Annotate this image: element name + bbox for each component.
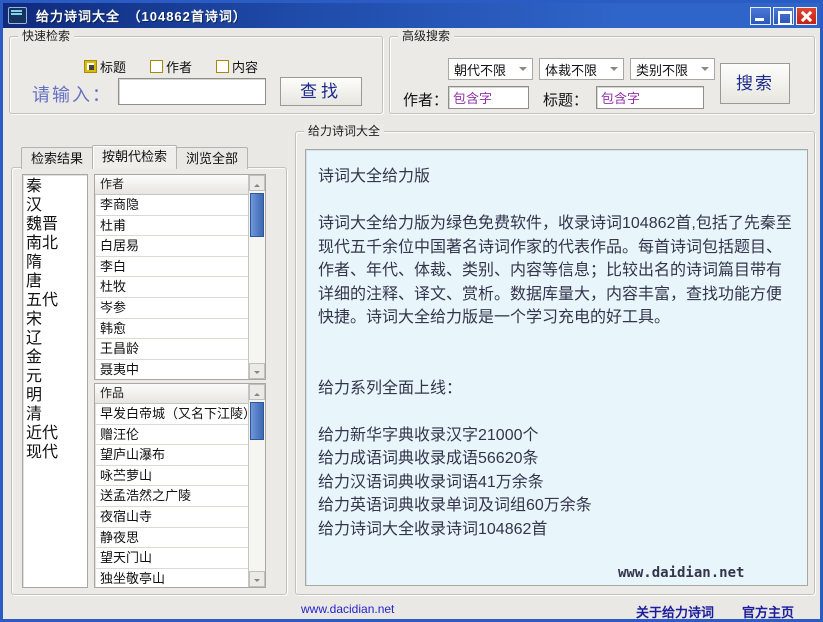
authors-scrollbar[interactable] <box>248 175 265 379</box>
author-field[interactable] <box>448 86 529 109</box>
scroll-thumb[interactable] <box>250 402 264 440</box>
find-button[interactable]: 查找 <box>280 77 362 106</box>
work-item[interactable]: 送孟浩然之广陵 <box>95 486 248 507</box>
filter-dropdown[interactable]: 体裁不限 <box>539 58 624 80</box>
app-book-icon <box>8 7 27 24</box>
work-item[interactable]: 望天门山 <box>95 548 248 569</box>
browse-tabs: 检索结果按朝代检索浏览全部 <box>21 146 247 170</box>
work-item[interactable]: 夜宿山寺 <box>95 507 248 528</box>
filter-dropdown[interactable]: 朝代不限 <box>448 58 533 80</box>
minimize-button[interactable] <box>750 7 771 25</box>
search-scope-option[interactable]: 标题 <box>84 57 126 76</box>
scroll-up-icon[interactable] <box>249 175 265 191</box>
chevron-down-icon <box>519 67 527 75</box>
work-item[interactable]: 独坐敬亭山 <box>95 569 248 587</box>
advanced-search-groupbox: 高级搜索 朝代不限 体裁不限 类别不限 作者： 标题： 搜索 <box>389 36 815 114</box>
works-header: 作品 <box>95 384 248 404</box>
author-item[interactable]: 李白 <box>95 257 248 278</box>
work-item[interactable]: 静夜思 <box>95 528 248 549</box>
footer-home-link[interactable]: 官方主页 <box>742 602 794 621</box>
dynasty-item[interactable]: 汉 <box>26 196 87 215</box>
dynasty-item[interactable]: 隋 <box>26 253 87 272</box>
scroll-thumb[interactable] <box>250 193 264 237</box>
author-item[interactable]: 韩愈 <box>95 319 248 340</box>
author-item[interactable]: 杜牧 <box>95 277 248 298</box>
filter-dropdown[interactable]: 类别不限 <box>630 58 715 80</box>
description-text: 诗词大全给力版 诗词大全给力版为绿色免费软件，收录诗词104862首,包括了先秦… <box>318 165 795 541</box>
footer-site-link[interactable]: www.dacidian.net <box>301 602 394 616</box>
author-item[interactable]: 聂夷中 <box>95 360 248 379</box>
work-item[interactable]: 赠汪伦 <box>95 425 248 446</box>
dynasty-item[interactable]: 现代 <box>26 443 87 462</box>
checkbox-icon <box>150 60 163 73</box>
dynasty-item[interactable]: 清 <box>26 405 87 424</box>
dynasty-item[interactable]: 宋 <box>26 310 87 329</box>
author-field-label: 作者： <box>403 89 448 110</box>
maximize-button[interactable] <box>773 7 794 25</box>
browse-tab[interactable]: 按朝代检索 <box>92 145 177 169</box>
content-website: www.daidian.net <box>618 565 795 581</box>
dynasty-item[interactable]: 五代 <box>26 291 87 310</box>
scroll-down-icon[interactable] <box>249 363 265 379</box>
footer-about-link[interactable]: 关于给力诗词 <box>636 602 714 621</box>
titlebar[interactable]: 给力诗词大全 （104862首诗词） <box>3 3 820 28</box>
dynasty-item[interactable]: 辽 <box>26 329 87 348</box>
description-textarea[interactable]: 诗词大全给力版 诗词大全给力版为绿色免费软件，收录诗词104862首,包括了先秦… <box>305 149 808 586</box>
dynasty-listbox[interactable]: 秦汉魏晋南北隋唐五代宋辽金元明清近代现代 <box>22 174 88 588</box>
author-item[interactable]: 李商隐 <box>95 195 248 216</box>
filter-dropdowns: 朝代不限 体裁不限 类别不限 <box>448 58 715 80</box>
title-field[interactable] <box>596 86 704 109</box>
content-panel-title: 给力诗词大全 <box>304 124 384 138</box>
quick-search-input[interactable] <box>118 78 266 105</box>
work-item[interactable]: 望庐山瀑布 <box>95 445 248 466</box>
quick-search-groupbox: 快速检索 标题 作者 内容 请输入： 查找 <box>9 36 383 114</box>
work-item[interactable]: 咏苎萝山 <box>95 466 248 487</box>
author-item[interactable]: 白居易 <box>95 236 248 257</box>
browse-panel: 秦汉魏晋南北隋唐五代宋辽金元明清近代现代 作者 李商隐杜甫白居易李白杜牧岑参韩愈… <box>11 167 287 595</box>
browse-tab[interactable]: 检索结果 <box>21 147 93 169</box>
dynasty-item[interactable]: 近代 <box>26 424 87 443</box>
dynasty-item[interactable]: 明 <box>26 386 87 405</box>
search-button[interactable]: 搜索 <box>720 63 790 104</box>
advanced-search-title: 高级搜索 <box>398 29 454 43</box>
author-item[interactable]: 岑参 <box>95 298 248 319</box>
work-item[interactable]: 早发白帝城（又名下江陵） <box>95 404 248 425</box>
dynasty-item[interactable]: 南北 <box>26 234 87 253</box>
author-item[interactable]: 杜甫 <box>95 216 248 237</box>
app-window: 给力诗词大全 （104862首诗词） 快速检索 标题 作者 内容 请输入： 查找… <box>0 0 823 622</box>
authors-header: 作者 <box>95 175 248 195</box>
dynasty-item[interactable]: 秦 <box>26 177 87 196</box>
dynasty-item[interactable]: 魏晋 <box>26 215 87 234</box>
search-scope-option[interactable]: 内容 <box>216 57 258 76</box>
dynasty-item[interactable]: 元 <box>26 367 87 386</box>
dynasty-item[interactable]: 唐 <box>26 272 87 291</box>
checkbox-icon <box>216 60 229 73</box>
works-scrollbar[interactable] <box>248 384 265 587</box>
chevron-down-icon <box>610 67 618 75</box>
close-button[interactable] <box>796 7 817 25</box>
search-scope-option[interactable]: 作者 <box>150 57 192 76</box>
chevron-down-icon <box>701 67 709 75</box>
scroll-down-icon[interactable] <box>249 571 265 587</box>
content-panel: 给力诗词大全 诗词大全给力版 诗词大全给力版为绿色免费软件，收录诗词104862… <box>295 131 815 595</box>
checkbox-icon <box>84 60 97 73</box>
window-title: 给力诗词大全 （104862首诗词） <box>36 6 247 25</box>
quick-search-prompt: 请输入： <box>32 81 112 107</box>
dynasty-item[interactable]: 金 <box>26 348 87 367</box>
author-item[interactable]: 王昌龄 <box>95 339 248 360</box>
authors-list: 作者 李商隐杜甫白居易李白杜牧岑参韩愈王昌龄聂夷中 <box>94 174 266 380</box>
works-list: 作品 早发白帝城（又名下江陵）赠汪伦望庐山瀑布咏苎萝山送孟浩然之广陵夜宿山寺静夜… <box>94 383 266 588</box>
title-field-label: 标题： <box>543 89 588 110</box>
scroll-up-icon[interactable] <box>249 384 265 400</box>
browse-tab[interactable]: 浏览全部 <box>176 147 248 169</box>
quick-search-title: 快速检索 <box>18 29 74 43</box>
search-scope-options: 标题 作者 内容 <box>84 57 258 76</box>
